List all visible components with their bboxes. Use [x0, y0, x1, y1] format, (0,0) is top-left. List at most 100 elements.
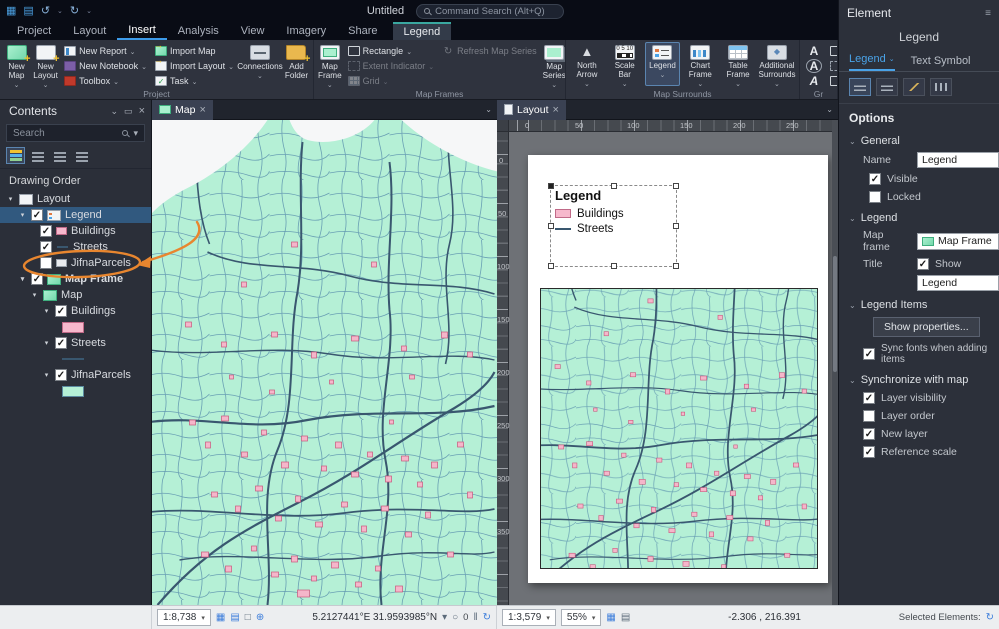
tree-item-map-buildings[interactable]: ▾ Buildings: [0, 303, 151, 319]
legend-items-icon[interactable]: [849, 78, 871, 96]
expander-icon[interactable]: ▾: [42, 307, 51, 315]
layers-icon[interactable]: ▤: [230, 612, 239, 623]
expander-icon[interactable]: ▾: [30, 291, 39, 299]
visible-checkbox[interactable]: [869, 173, 881, 185]
map-frame-checkbox[interactable]: [31, 273, 43, 285]
layout-canvas[interactable]: Legend Buildings Streets: [509, 132, 838, 605]
tab-layout[interactable]: Layout: [62, 22, 117, 40]
list-by-selection-button[interactable]: [50, 147, 69, 164]
tab-view[interactable]: View: [230, 22, 276, 40]
contents-search[interactable]: ▾: [6, 124, 145, 142]
chart-frame-button[interactable]: Chart Frame: [682, 42, 718, 90]
grid-button[interactable]: Grid: [345, 74, 437, 88]
north-arrow-button[interactable]: ▲ North Arrow: [569, 42, 605, 90]
scale-bar-button[interactable]: 0 5 10 Scale Bar: [607, 42, 643, 90]
layer-order-checkbox[interactable]: [863, 410, 875, 422]
tree-item-legend-jifnaparcels[interactable]: JifnaParcels: [0, 255, 151, 271]
list-by-drawing-order-button[interactable]: [6, 147, 25, 164]
streets-symbol-row[interactable]: [0, 351, 151, 367]
selection-handle[interactable]: [611, 183, 617, 189]
display-options-icon[interactable]: [876, 78, 898, 96]
grid-icon[interactable]: ▦: [606, 612, 615, 623]
pane-menu-icon[interactable]: ≡: [985, 8, 991, 19]
tab-project[interactable]: Project: [6, 22, 62, 40]
tab-insert[interactable]: Insert: [117, 22, 167, 40]
streets-checkbox[interactable]: [40, 241, 52, 253]
chevron-down-icon[interactable]: ▾: [442, 612, 447, 623]
chevron-down-icon[interactable]: ⌄: [826, 105, 838, 114]
tree-item-legend-buildings[interactable]: Buildings: [0, 223, 151, 239]
sync-fonts-checkbox[interactable]: [863, 348, 875, 360]
tree-item-legend-streets[interactable]: Streets: [0, 239, 151, 255]
circle-text-button[interactable]: A: [803, 59, 825, 73]
layout-document-tab[interactable]: Layout: [497, 100, 566, 120]
tree-item-layout[interactable]: ▾ Layout: [0, 191, 151, 207]
tab-text-symbol[interactable]: Text Symbol: [911, 55, 971, 71]
select-box-icon[interactable]: □: [245, 612, 251, 623]
save-icon[interactable]: ▤: [23, 0, 33, 22]
rectangle-graphic-button[interactable]: [827, 44, 838, 58]
tab-imagery[interactable]: Imagery: [275, 22, 337, 40]
undo-icon[interactable]: ↺: [41, 0, 50, 22]
polygon-graphic-button[interactable]: [827, 59, 838, 73]
grid-icon[interactable]: ▦: [216, 612, 225, 623]
extent-indicator-button[interactable]: Extent Indicator: [345, 59, 437, 73]
new-notebook-button[interactable]: New Notebook: [61, 59, 150, 73]
expander-icon[interactable]: ▾: [6, 195, 15, 203]
close-icon[interactable]: [139, 105, 145, 117]
streets-symbol-swatch[interactable]: [62, 358, 84, 360]
section-legend-items[interactable]: ⌄ Legend Items: [839, 293, 999, 314]
map-scale-select[interactable]: 1:8,738 ▾: [157, 609, 211, 626]
additional-surrounds-button[interactable]: ◆ Additional Surrounds: [758, 42, 796, 90]
locked-checkbox[interactable]: [869, 191, 881, 203]
import-layout-button[interactable]: Import Layout: [152, 59, 237, 73]
import-map-button[interactable]: Import Map: [152, 44, 237, 58]
legend-button[interactable]: Legend: [645, 42, 681, 86]
expander-icon[interactable]: ▾: [18, 211, 27, 219]
buildings-symbol-row[interactable]: [0, 319, 151, 335]
map-buildings-checkbox[interactable]: [55, 305, 67, 317]
contents-search-input[interactable]: [13, 128, 117, 139]
tree-item-map-frame[interactable]: ▾ Map Frame: [0, 271, 151, 287]
map-frame-button[interactable]: Map Frame: [317, 42, 343, 91]
tree-item-legend[interactable]: ▾ Legend: [0, 207, 151, 223]
selection-marquee[interactable]: [550, 185, 677, 267]
tree-item-map[interactable]: ▾ Map: [0, 287, 151, 303]
selection-handle[interactable]: [548, 223, 554, 229]
layout-zoom-select[interactable]: 55% ▾: [561, 609, 602, 626]
task-button[interactable]: Task: [152, 74, 237, 88]
line-graphic-button[interactable]: [827, 74, 838, 88]
section-legend[interactable]: ⌄ Legend: [839, 206, 999, 227]
record-circle-icon[interactable]: ○: [452, 612, 458, 623]
name-input[interactable]: [917, 152, 999, 168]
connections-button[interactable]: Connections: [239, 42, 281, 86]
chevron-down-icon[interactable]: ⌄: [57, 7, 63, 15]
chevron-down-icon[interactable]: ⌄: [86, 7, 92, 15]
close-icon[interactable]: [199, 104, 205, 116]
chevron-down-icon[interactable]: ⌄: [111, 106, 119, 117]
redo-icon[interactable]: ↻: [70, 0, 79, 22]
show-properties-button[interactable]: Show properties...: [873, 317, 980, 337]
sync-icon[interactable]: ↻: [986, 612, 994, 623]
tab-legend-properties[interactable]: Legend ⌄: [849, 53, 895, 71]
map-document-tab[interactable]: Map: [152, 100, 213, 120]
layer-visibility-checkbox[interactable]: [863, 392, 875, 404]
layout-page[interactable]: Legend Buildings Streets: [528, 155, 828, 583]
selection-handle[interactable]: [673, 183, 679, 189]
text-style-icon[interactable]: [903, 78, 925, 96]
chevron-down-icon[interactable]: ⌄: [485, 105, 497, 114]
app-menu-icon[interactable]: ▦: [6, 0, 16, 22]
new-layout-button[interactable]: New Layout: [32, 42, 59, 91]
jifnaparcels-symbol-swatch[interactable]: [62, 386, 84, 397]
tab-legend-contextual[interactable]: Legend: [393, 22, 452, 40]
map-frame-dropdown[interactable]: Map Frame: [917, 233, 999, 250]
expander-icon[interactable]: ▾: [42, 339, 51, 347]
layers-icon[interactable]: ▤: [621, 612, 630, 623]
table-frame-button[interactable]: Table Frame: [720, 42, 756, 90]
tab-share[interactable]: Share: [337, 22, 388, 40]
map-series-button[interactable]: Map Series: [542, 42, 566, 91]
page-map-frame[interactable]: [540, 288, 818, 569]
reference-scale-checkbox[interactable]: [863, 446, 875, 458]
expander-icon[interactable]: ▾: [42, 371, 51, 379]
map-streets-checkbox[interactable]: [55, 337, 67, 349]
